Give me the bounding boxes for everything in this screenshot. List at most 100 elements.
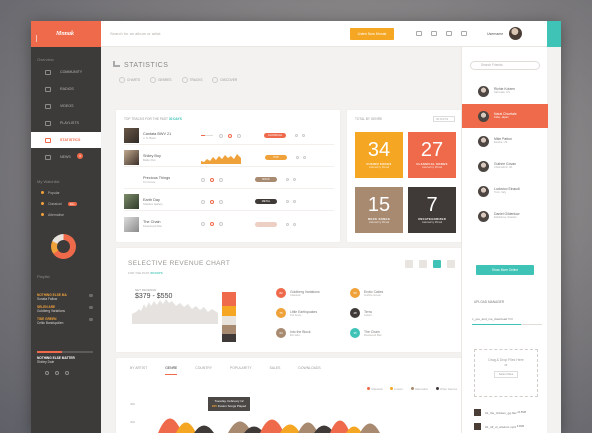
calendar-icon[interactable] [431, 31, 437, 36]
playlist-item[interactable]: TIDE GREEN Celtic Bandspollen [31, 315, 101, 327]
refresh-icon[interactable] [219, 133, 223, 138]
revenue-item[interactable]: 59 Erotic Cakes Guthrie Govan [350, 288, 383, 298]
share-icon[interactable] [237, 133, 241, 138]
nav-playlists[interactable]: PLAYLISTS [31, 115, 101, 131]
tab-genre[interactable]: GENRE [165, 366, 178, 375]
revenue-item[interactable]: 48 Terra Lazaro [350, 308, 372, 318]
search-input[interactable]: Search for an album or artist [110, 31, 350, 36]
playback-progress[interactable] [37, 351, 93, 353]
finished-file[interactable]: 02_off_of_wisdom.mp3 8.3MB [474, 423, 544, 430]
more-icon[interactable] [286, 200, 289, 203]
share-icon[interactable] [219, 199, 223, 204]
heart-icon[interactable] [210, 177, 214, 182]
filter-tracks[interactable]: TRACKS [182, 77, 203, 83]
revenue-item[interactable]: 35 The Chain Fleetwood Mac [350, 328, 382, 338]
lock-icon[interactable] [461, 31, 467, 36]
track-row[interactable]: Precious Things Tori Amos ROCK [124, 171, 334, 189]
add-icon[interactable] [293, 222, 296, 226]
play-icon[interactable] [89, 294, 93, 297]
genre-tile[interactable]: 34 FUSION SONGS Listened by Mnnak [355, 132, 403, 178]
brand-logo[interactable]: Mnnak [31, 21, 101, 47]
track-row[interactable]: Earth Day Shadow Gallery METAL [124, 193, 334, 211]
listen-now-button[interactable]: Listen Now Mnnak [350, 27, 394, 40]
watchlist-item[interactable]: Alternative [31, 209, 101, 220]
user-name[interactable]: Username [487, 32, 503, 36]
add-icon[interactable] [303, 156, 306, 159]
heart-icon[interactable] [210, 199, 214, 204]
contact-item[interactable]: Daniel Gildenlow Eskilstuna, Sweden [462, 204, 548, 228]
genre-tile[interactable]: 7 UNCATEGORIZED Listened by Mnnak [408, 187, 456, 233]
file-drop-zone[interactable]: Drag & Drop Files Here or Select Files [474, 349, 538, 397]
next-icon[interactable] [65, 371, 69, 375]
revenue-item[interactable]: 75 Little Earthquakes Tori Amos [276, 308, 317, 318]
pie-chart-icon[interactable] [447, 260, 455, 268]
tab-country[interactable]: COUNTRY [195, 366, 212, 375]
play-icon[interactable] [89, 318, 93, 321]
playlist-item[interactable]: SELEN ARE Goldberg Variations [31, 303, 101, 315]
track-row[interactable]: Cantata BWV 21 J. S. Bach CLASSICAL [124, 127, 334, 145]
filter-genres[interactable]: GENRES [150, 77, 171, 83]
filter-charts[interactable]: CHARTS [119, 77, 140, 83]
tab-popularity[interactable]: POPULARITY [230, 366, 251, 375]
bar-chart-icon[interactable] [433, 260, 441, 268]
refresh-icon[interactable] [201, 199, 205, 204]
filter-discover[interactable]: DISCOVER [212, 77, 237, 83]
nav-statistics[interactable]: STATISTICS [31, 132, 101, 148]
add-icon[interactable] [293, 178, 296, 181]
more-icon[interactable] [296, 156, 299, 159]
period-link[interactable]: 30 DAYS [150, 271, 162, 275]
select-files-button[interactable]: Select Files [493, 371, 519, 378]
period-select[interactable]: 30 DAYS [433, 116, 455, 122]
refresh-icon[interactable] [201, 177, 205, 182]
play-icon[interactable] [89, 306, 93, 309]
more-icon[interactable] [295, 134, 298, 137]
drop-or: or [504, 363, 508, 367]
watchlist-item[interactable]: Popular [31, 187, 101, 198]
settings-corner-button[interactable] [547, 21, 561, 47]
contact-item[interactable]: Mike Patton Eureka, US [462, 129, 548, 153]
nav-community[interactable]: COMMUNITY [31, 64, 101, 80]
line-chart-icon[interactable] [419, 260, 427, 268]
show-more-online-button[interactable]: Show More Online [476, 265, 534, 275]
nav-radios[interactable]: RADIOS [31, 81, 101, 97]
share-icon[interactable] [219, 222, 223, 226]
share-icon[interactable] [446, 31, 452, 36]
more-icon[interactable] [286, 178, 289, 181]
add-icon[interactable] [302, 134, 305, 137]
previous-icon[interactable] [45, 371, 49, 375]
friends-search-input[interactable]: Search Friends [470, 61, 540, 70]
genre-tile[interactable]: 27 CLASSICAL SONGS Listened by Mnnak [408, 132, 456, 178]
more-icon[interactable] [286, 222, 289, 226]
contact-item[interactable]: Richie Kotzen Salt Lake, US [462, 79, 548, 103]
track-artist: Shadow Gallery [143, 201, 163, 206]
avatar[interactable] [509, 27, 523, 40]
tab-by-artist[interactable]: BY ARTIST [130, 366, 147, 375]
contact-item[interactable]: Ludovico Einaudi Turin, Italy [462, 179, 548, 203]
playlist-item[interactable]: NOTHING ELSE MA Sonata Fallow [31, 291, 101, 303]
revenue-item[interactable]: 82 Goldberg Variations Classical [276, 288, 320, 298]
heart-icon[interactable] [210, 222, 214, 226]
toggle-icon[interactable] [405, 260, 413, 268]
legend-swatch [410, 387, 414, 390]
revenue-item[interactable]: 64 Into the Block Eric Elim [276, 328, 311, 338]
track-row[interactable]: Shiley Boy Bellie Pan POP [124, 149, 334, 167]
tab-downloads[interactable]: DOWNLOADS [298, 366, 320, 375]
nav-videos[interactable]: VIDEOS [31, 98, 101, 114]
genre-tile[interactable]: 15 ROCK SONGS Listened by Mnnak [355, 187, 403, 233]
add-icon[interactable] [293, 200, 296, 203]
track-row[interactable]: The Chain Fleetwood Mac [124, 215, 334, 233]
heart-icon[interactable] [228, 133, 232, 138]
tile-sub: Listened by Mnnak [368, 221, 390, 224]
watchlist-item[interactable]: Classical 10+ [31, 198, 101, 209]
contact-item-active[interactable]: Narai Chuetale Kobe, Japan [462, 104, 548, 128]
share-icon[interactable] [219, 177, 223, 182]
tab-sales[interactable]: SALES [269, 366, 280, 375]
finished-file[interactable]: 01_the_chicken_gg.flac 24.5MB [474, 409, 544, 416]
upload-item[interactable]: c_you_and_me_download 5MB [472, 317, 542, 325]
period-link[interactable]: 30 DAYS [169, 117, 182, 121]
contact-item[interactable]: Guthrie Govan Chelmsford, UK [462, 154, 548, 178]
message-icon[interactable] [416, 31, 422, 36]
nav-news[interactable]: NEWS 3 [31, 149, 101, 165]
refresh-icon[interactable] [201, 222, 205, 226]
play-pause-icon[interactable] [55, 371, 59, 375]
